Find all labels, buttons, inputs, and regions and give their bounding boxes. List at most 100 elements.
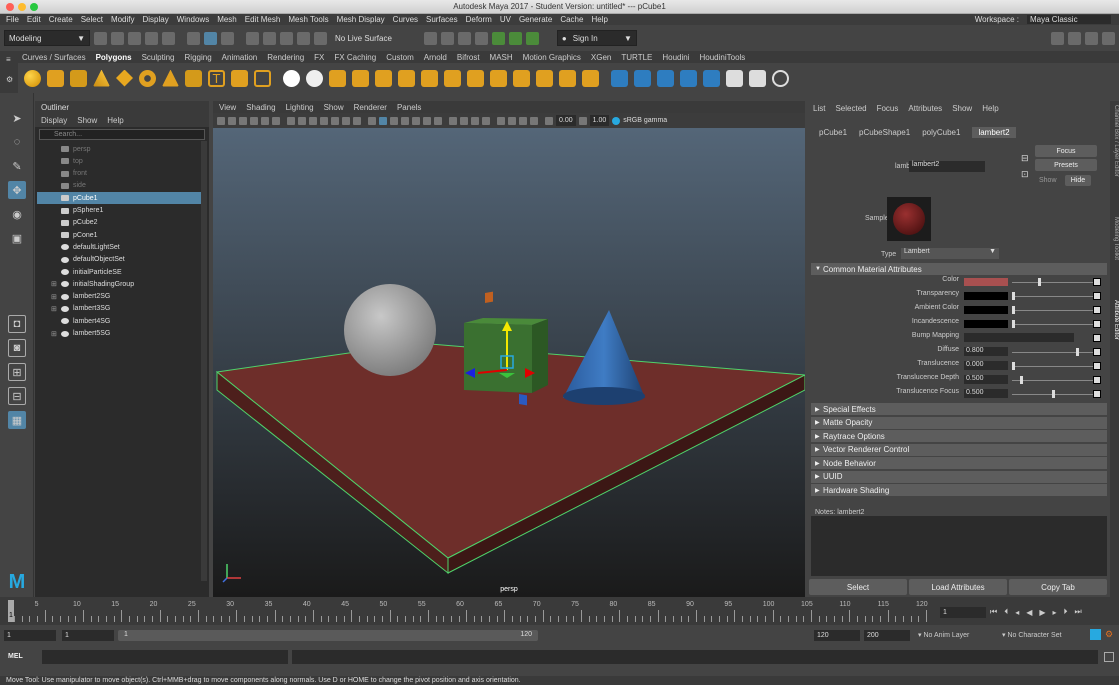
tool-settings-toggle-icon[interactable] bbox=[1085, 31, 1098, 45]
camera-select-icon[interactable] bbox=[217, 116, 225, 125]
time-slider[interactable]: 1 5 10 15 20 25 30 35 40 45 50 55 60 65 70 75 80 85 90 95 1… bbox=[0, 597, 1119, 625]
shelf-tab-rendering[interactable]: Rendering bbox=[267, 53, 304, 62]
workspace-dropdown[interactable]: Maya Classic bbox=[1027, 15, 1111, 24]
smooth-icon[interactable] bbox=[329, 69, 346, 87]
bump-mapping-field[interactable] bbox=[964, 333, 1074, 342]
slider-knob[interactable] bbox=[1038, 278, 1042, 286]
grid-icon[interactable] bbox=[287, 116, 295, 125]
poly-type-icon[interactable]: T bbox=[208, 69, 225, 87]
gamma-field[interactable]: 1.00 bbox=[589, 115, 610, 126]
ipr-render-icon[interactable] bbox=[457, 31, 471, 45]
menu-mesh-tools[interactable]: Mesh Tools bbox=[288, 15, 328, 24]
resolution-gate-icon[interactable] bbox=[309, 116, 317, 125]
slider-knob[interactable] bbox=[1076, 348, 1079, 356]
menuset-dropdown[interactable]: Modeling ▼ bbox=[4, 30, 90, 46]
outliner-item[interactable]: initialParticleSE bbox=[37, 266, 205, 278]
attr-section[interactable]: ▶ Matte Opacity bbox=[811, 416, 1107, 429]
map-texture-icon[interactable] bbox=[1093, 334, 1101, 342]
bevel-icon[interactable] bbox=[421, 69, 438, 87]
shelf-tab-fx[interactable]: FX bbox=[314, 53, 324, 62]
menu-mesh-display[interactable]: Mesh Display bbox=[337, 15, 385, 24]
map-texture-icon[interactable] bbox=[1093, 306, 1101, 314]
menu-windows[interactable]: Windows bbox=[177, 15, 209, 24]
outliner-menu-display[interactable]: Display bbox=[41, 116, 67, 125]
presets-button[interactable]: Presets bbox=[1035, 159, 1097, 171]
viewport-menu-show[interactable]: Show bbox=[324, 103, 344, 112]
viewport-menu-lighting[interactable]: Lighting bbox=[286, 103, 314, 112]
select-component-icon[interactable] bbox=[221, 31, 234, 45]
depth-of-field-icon[interactable] bbox=[482, 116, 490, 125]
attr-slider[interactable] bbox=[1012, 310, 1094, 311]
outliner-item[interactable]: top bbox=[37, 155, 205, 167]
tab-polycube1[interactable]: polyCube1 bbox=[922, 128, 960, 137]
slider-knob[interactable] bbox=[1012, 320, 1015, 328]
open-scene-icon[interactable] bbox=[111, 31, 124, 45]
multi-cut-icon[interactable] bbox=[444, 69, 461, 87]
channel-box-toggle-icon[interactable] bbox=[1102, 31, 1115, 45]
superellipse-icon[interactable] bbox=[254, 69, 271, 87]
image-plane-icon[interactable] bbox=[250, 116, 258, 125]
attr-menu-focus[interactable]: Focus bbox=[877, 104, 899, 113]
snap-grid-icon[interactable] bbox=[246, 31, 259, 45]
shelf-tab-bifrost[interactable]: Bifrost bbox=[457, 53, 480, 62]
copy-tab-button[interactable]: Copy Tab bbox=[1009, 579, 1107, 595]
shelf-tab-motion-graphics[interactable]: Motion Graphics bbox=[523, 53, 581, 62]
shelf-tab-custom[interactable]: Custom bbox=[386, 53, 414, 62]
range-slider[interactable]: 1 120 bbox=[118, 630, 538, 641]
step-forward-key-icon[interactable]: ⏵ bbox=[1064, 607, 1068, 617]
shelf-tab-rigging[interactable]: Rigging bbox=[185, 53, 212, 62]
quad-draw-icon[interactable] bbox=[513, 69, 530, 87]
snap-view-icon[interactable] bbox=[297, 31, 310, 45]
light-editor-icon[interactable] bbox=[525, 31, 539, 45]
poly-sphere-icon[interactable] bbox=[24, 69, 41, 87]
use-lights-icon[interactable] bbox=[423, 116, 431, 125]
auto-key-icon[interactable] bbox=[1090, 629, 1101, 640]
menu-edit-mesh[interactable]: Edit Mesh bbox=[245, 15, 281, 24]
outliner-item[interactable]: pCone1 bbox=[37, 229, 205, 241]
save-scene-icon[interactable] bbox=[128, 31, 141, 45]
persp-graph-layout-icon[interactable]: ⊟ bbox=[8, 387, 26, 405]
menu-mesh[interactable]: Mesh bbox=[217, 15, 237, 24]
poly-cylinder-icon[interactable] bbox=[70, 69, 87, 87]
safe-title-icon[interactable] bbox=[353, 116, 361, 125]
rotate-tool-icon[interactable]: ◉ bbox=[8, 205, 26, 223]
outliner-item[interactable]: lambert4SG bbox=[37, 315, 205, 327]
uv-editor-icon[interactable] bbox=[703, 69, 720, 87]
outliner-item[interactable]: defaultLightSet bbox=[37, 241, 205, 253]
snap-point-icon[interactable] bbox=[280, 31, 293, 45]
map-texture-icon[interactable] bbox=[1093, 292, 1101, 300]
attr-section[interactable]: ▶ UUID bbox=[811, 470, 1107, 483]
poly-cone-icon[interactable] bbox=[93, 69, 110, 87]
edge-loop-icon[interactable] bbox=[490, 69, 507, 87]
outliner-scrollbar[interactable] bbox=[201, 141, 207, 581]
zoom-window-button[interactable] bbox=[30, 3, 38, 11]
menu-surfaces[interactable]: Surfaces bbox=[426, 15, 458, 24]
xray-joints-icon[interactable] bbox=[519, 116, 527, 125]
step-forward-frame-icon[interactable]: ▸ bbox=[1053, 608, 1057, 617]
slider-knob[interactable] bbox=[1012, 292, 1015, 300]
snap-curve-icon[interactable] bbox=[263, 31, 276, 45]
map-texture-icon[interactable] bbox=[1093, 390, 1101, 398]
poly-prism-icon[interactable] bbox=[162, 69, 179, 87]
focus-button[interactable]: Focus bbox=[1035, 145, 1097, 157]
shelf-tab-animation[interactable]: Animation bbox=[222, 53, 258, 62]
new-scene-icon[interactable] bbox=[94, 31, 107, 45]
color-swatch[interactable] bbox=[964, 320, 1008, 328]
menu-display[interactable]: Display bbox=[143, 15, 169, 24]
attr-value-field[interactable]: 0.500 bbox=[964, 389, 1008, 398]
textured-icon[interactable] bbox=[412, 116, 420, 125]
attr-slider[interactable] bbox=[1012, 324, 1094, 325]
go-to-end-icon[interactable]: ⏭ bbox=[1075, 607, 1082, 617]
attr-slider[interactable] bbox=[1012, 296, 1094, 297]
viewport-menu-renderer[interactable]: Renderer bbox=[354, 103, 387, 112]
menu-modify[interactable]: Modify bbox=[111, 15, 135, 24]
outliner-item[interactable]: pSphere1 bbox=[37, 205, 205, 217]
shelf-tab-fx-caching[interactable]: FX Caching bbox=[334, 53, 376, 62]
outliner-item[interactable]: defaultObjectSet bbox=[37, 254, 205, 266]
menu-select[interactable]: Select bbox=[81, 15, 103, 24]
perspective-view[interactable]: persp bbox=[213, 128, 807, 597]
mel-label[interactable]: MEL bbox=[8, 653, 23, 660]
go-to-start-icon[interactable]: ⏮ bbox=[990, 607, 997, 617]
menu-help[interactable]: Help bbox=[591, 15, 607, 24]
symmetry-icon[interactable] bbox=[749, 69, 766, 87]
